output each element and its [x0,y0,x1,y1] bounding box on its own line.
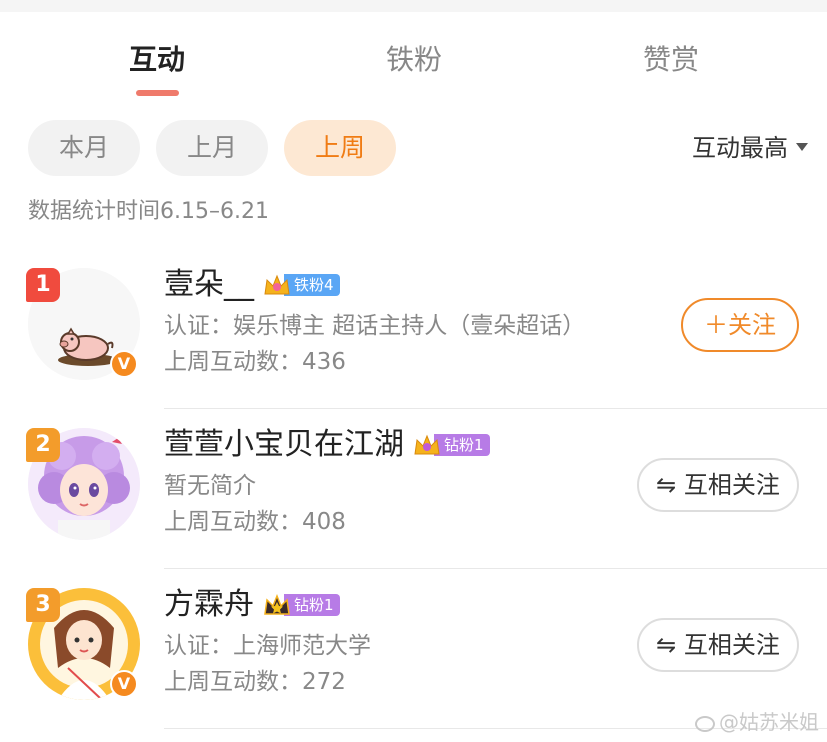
fan-badge-label: 钻粉1 [434,434,490,456]
filter-bar: 本月 上月 上周 互动最高 [28,120,808,176]
follow-button[interactable]: ＋关注 [681,298,799,352]
divider [164,408,827,409]
sort-label: 互动最高 [692,134,788,162]
interaction-count: 上周互动数：272 [164,669,346,695]
user-info: 方霖舟 钻粉1 认证：上海师范大学 上周互动数：272 [164,582,624,700]
divider [164,568,827,569]
name-line: 萱萱小宝贝在江湖 钻粉1 [164,422,624,468]
tab-iron-fans[interactable]: 铁粉 [354,36,474,84]
tab-bar: 互动 铁粉 赞赏 [0,36,827,100]
list-item[interactable]: 3 V 方霖舟 钻粉1 认证：上海师范大学 上周互动数：272 ⇋ 互相关注 [0,570,827,730]
watermark: @姑苏米姐 [695,708,819,736]
name-line: 方霖舟 钻粉1 [164,582,624,628]
interaction-count: 上周互动数：408 [164,509,346,535]
name-line: 壹朵__ 铁粉4 [164,262,624,308]
list-item[interactable]: 2 萱萱小宝贝在江湖 钻粉1 暂无简介 上周互动数：408 ⇋ 互相关注 [0,410,827,570]
fan-badge: 铁粉4 [262,272,340,298]
top-strip [0,0,827,12]
sort-dropdown[interactable]: 互动最高 [692,120,808,176]
list-item[interactable]: 1 V 壹朵__ 铁粉4 认证：娱乐博主 超话主持人（壹朵超话） 上周互动数：4… [0,250,827,410]
verified-badge: V [110,350,138,378]
user-info: 萱萱小宝贝在江湖 钻粉1 暂无简介 上周互动数：408 [164,422,624,540]
watermark-text: @姑苏米姐 [719,710,819,734]
avatar-container: 1 V [26,268,140,380]
user-name[interactable]: 壹朵__ [164,262,254,308]
filter-last-week[interactable]: 上周 [284,120,396,176]
tab-rewards[interactable]: 赞赏 [611,36,731,84]
fan-badge-label: 铁粉4 [284,274,340,296]
verified-badge: V [110,670,138,698]
rank-badge: 3 [26,588,60,622]
weibo-logo-icon [695,715,715,732]
interaction-count: 上周互动数：436 [164,349,346,375]
user-description: 暂无简介 [164,473,256,499]
crown-icon [264,274,290,295]
tab-active-indicator [136,90,179,96]
stat-time-range: 数据统计时间6.15–6.21 [28,199,269,224]
user-description: 认证：上海师范大学 [164,633,371,659]
user-name[interactable]: 萱萱小宝贝在江湖 [164,422,404,468]
rank-badge: 2 [26,428,60,462]
filter-this-month[interactable]: 本月 [28,120,140,176]
rank-badge: 1 [26,268,60,302]
fan-badge: 钻粉1 [412,432,490,458]
tab-interaction[interactable]: 互动 [97,36,217,84]
avatar-container: 3 V [26,588,140,700]
mutual-follow-button[interactable]: ⇋ 互相关注 [637,458,799,512]
filter-last-month[interactable]: 上月 [156,120,268,176]
mutual-follow-button[interactable]: ⇋ 互相关注 [637,618,799,672]
avatar-container: 2 [26,428,140,540]
caret-down-icon [796,143,808,151]
crown-icon [414,434,440,455]
crown-icon [264,593,290,615]
fan-badge: 钻粉1 [262,592,340,618]
user-name[interactable]: 方霖舟 [164,582,254,628]
user-info: 壹朵__ 铁粉4 认证：娱乐博主 超话主持人（壹朵超话） 上周互动数：436 [164,262,624,380]
user-description: 认证：娱乐博主 超话主持人（壹朵超话） [164,313,586,339]
fan-badge-label: 钻粉1 [284,594,340,616]
